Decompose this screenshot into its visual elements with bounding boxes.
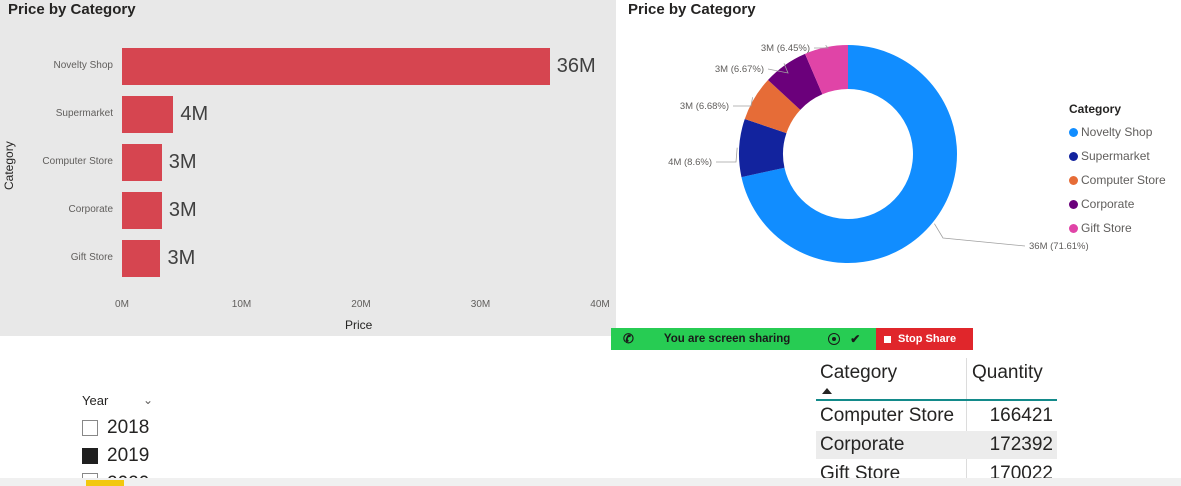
- x-tick-label: 40M: [590, 299, 610, 310]
- donut-legend: Novelty Shop Supermarket Computer Store …: [1069, 120, 1166, 240]
- slice-data-label: 36M (71.61%): [1029, 241, 1089, 252]
- legend-dot: [1069, 199, 1078, 209]
- table-row[interactable]: Computer Store 166421: [816, 402, 1057, 430]
- checkbox-checked[interactable]: [82, 448, 98, 464]
- table-header-quantity[interactable]: Quantity: [972, 362, 1043, 384]
- legend-item-corporate[interactable]: Corporate: [1069, 192, 1166, 216]
- legend-label: Gift Store: [1081, 221, 1132, 235]
- legend-dot: [1069, 223, 1078, 233]
- category-label: Computer Store: [42, 155, 113, 167]
- shield-icon[interactable]: ✔: [850, 332, 860, 346]
- stop-icon: [884, 335, 891, 343]
- bar-supermarket[interactable]: [122, 96, 174, 133]
- leader-line: [716, 147, 738, 163]
- legend-item-supermarket[interactable]: Supermarket: [1069, 144, 1166, 168]
- bar-corporate[interactable]: [122, 192, 162, 229]
- legend-title: Category: [1069, 102, 1122, 116]
- legend-dot: [1069, 127, 1078, 137]
- slicer-item-label: 2018: [107, 417, 150, 438]
- category-label: Supermarket: [55, 107, 113, 119]
- category-label: Corporate: [68, 203, 113, 215]
- slice-data-label: 4M (8.6%): [668, 157, 712, 168]
- slicer-item-2018[interactable]: 2018: [82, 417, 149, 439]
- slice-data-label: 3M (6.67%): [715, 64, 764, 75]
- legend-item-computer-store[interactable]: Computer Store: [1069, 168, 1166, 192]
- legend-item-gift-store[interactable]: Gift Store: [1069, 216, 1166, 240]
- camera-icon[interactable]: [828, 333, 841, 345]
- category-label: Novelty Shop: [53, 59, 113, 71]
- legend-dot: [1069, 175, 1078, 185]
- category-label: Gift Store: [70, 251, 113, 263]
- bar-novelty-shop[interactable]: [122, 48, 550, 85]
- stop-share-label: Stop Share: [898, 333, 957, 345]
- data-label: 36M: [556, 54, 596, 77]
- x-tick-label: 30M: [470, 299, 491, 310]
- legend-dot: [1069, 151, 1078, 161]
- slicer-item-2019[interactable]: 2019: [82, 445, 149, 467]
- slicer-item-label: 2019: [107, 445, 150, 466]
- bar-gift-store[interactable]: [122, 240, 161, 277]
- table-header-category[interactable]: Category: [820, 362, 897, 384]
- x-axis-title: Price: [345, 318, 373, 332]
- table-cell-category: Computer Store: [820, 405, 955, 426]
- legend-label: Corporate: [1081, 197, 1135, 211]
- data-label: 3M: [168, 150, 197, 173]
- table-cell-quantity: 166421: [989, 405, 1053, 426]
- table-cell-category: Corporate: [820, 434, 905, 455]
- legend-label: Computer Store: [1081, 173, 1166, 187]
- bar-chart-title: Price by Category: [8, 1, 136, 18]
- data-label: 3M: [168, 198, 197, 221]
- x-tick-label: 0M: [115, 299, 129, 310]
- data-label: 3M: [167, 246, 196, 269]
- sharing-message: You are screen sharing: [663, 333, 791, 345]
- checkbox[interactable]: [82, 420, 98, 436]
- x-tick-label: 20M: [351, 299, 371, 310]
- donut-chart-visual[interactable]: Price by Category 36M (71.61%) 4M (8.6%) 3…: [616, 0, 1181, 330]
- screen-sharing-bar: ✆ You are screen sharing ✔: [611, 328, 876, 350]
- table-row[interactable]: Corporate 172392: [816, 431, 1057, 459]
- bar-chart-visual[interactable]: Price by Category Category Price Novelty…: [0, 0, 616, 336]
- legend-item-novelty-shop[interactable]: Novelty Shop: [1069, 120, 1166, 144]
- slice-data-label: 3M (6.68%): [680, 101, 729, 112]
- phone-icon[interactable]: ✆: [623, 331, 634, 347]
- leader-line: [733, 97, 753, 107]
- yellow-marker: [86, 480, 124, 486]
- slice-data-label: 3M (6.45%): [761, 43, 810, 54]
- legend-label: Novelty Shop: [1081, 125, 1153, 139]
- table-cell-quantity: 172392: [989, 434, 1053, 455]
- leader-line: [934, 223, 1026, 247]
- sort-ascending-icon[interactable]: [822, 388, 832, 394]
- legend-label: Supermarket: [1081, 149, 1150, 163]
- bar-computer-store[interactable]: [122, 144, 162, 181]
- stop-share-button[interactable]: Stop Share: [876, 328, 973, 350]
- data-label: 4M: [180, 102, 209, 125]
- header-underline: [816, 399, 1057, 401]
- x-tick-label: 10M: [231, 299, 252, 310]
- horizontal-scrollbar[interactable]: [0, 478, 1181, 486]
- chevron-down-icon[interactable]: ⌄: [143, 393, 153, 407]
- slicer-title: Year: [82, 393, 109, 408]
